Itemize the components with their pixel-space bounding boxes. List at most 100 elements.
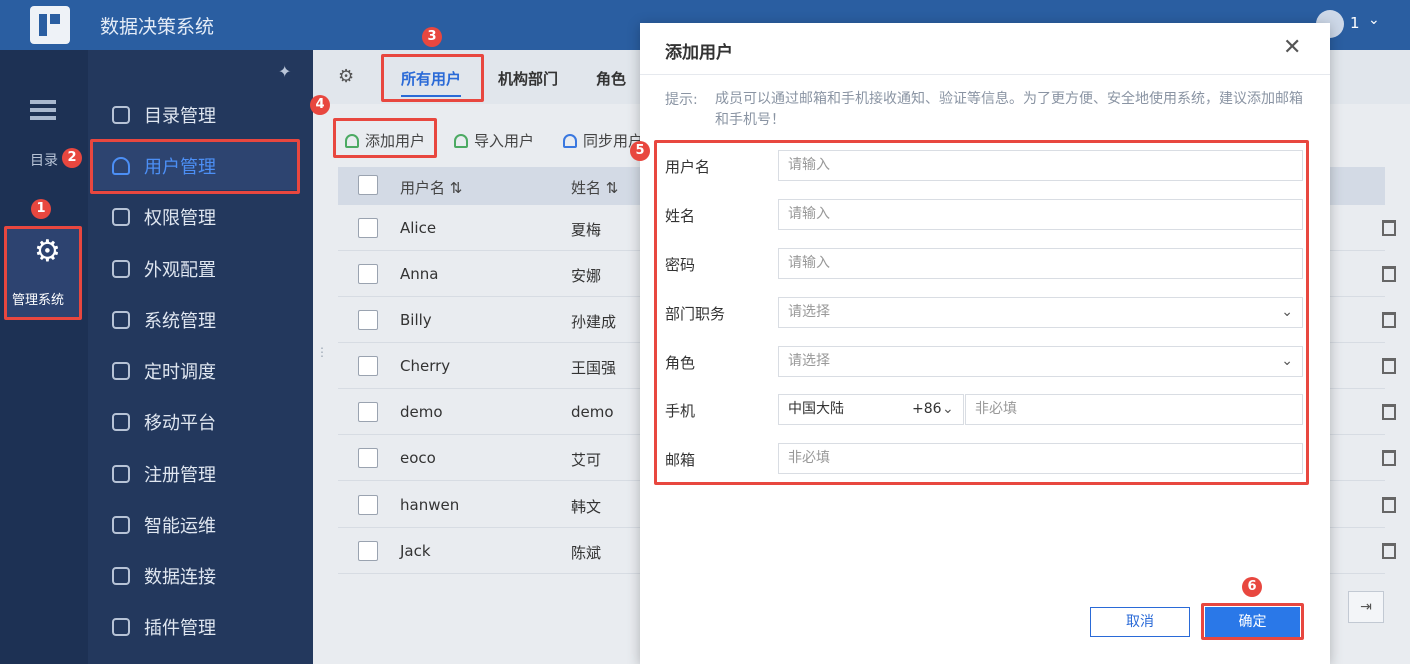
form-row-role: 角色 请选择 ⌄ — [665, 346, 1305, 378]
row-checkbox[interactable] — [358, 448, 378, 468]
trash-icon[interactable] — [1382, 312, 1396, 328]
sidebar-item-mobile[interactable]: 移动平台 — [92, 398, 300, 446]
tab-roles[interactable]: 角色 — [596, 68, 626, 89]
department-select[interactable]: 请选择 ⌄ — [778, 297, 1303, 328]
link-icon — [112, 567, 130, 585]
sidebar-item-users[interactable]: 用户管理 — [92, 142, 300, 190]
row-username: Jack — [400, 542, 431, 560]
annotation-badge: 4 — [310, 95, 330, 115]
timer-icon — [112, 362, 130, 380]
catalog-icon — [112, 106, 130, 124]
tab-departments[interactable]: 机构部门 — [498, 68, 558, 89]
sidebar-item-appearance[interactable]: 外观配置 — [92, 245, 300, 293]
annotation-badge: 3 — [422, 27, 442, 47]
mobile-icon — [112, 413, 130, 431]
row-username: Alice — [400, 219, 437, 237]
sync-user-icon — [563, 133, 577, 148]
row-checkbox[interactable] — [358, 402, 378, 422]
chevron-down-icon[interactable]: ⌄ — [1368, 12, 1380, 28]
cancel-button[interactable]: 取消 — [1090, 607, 1190, 637]
add-user-icon — [345, 133, 359, 148]
puzzle-icon — [112, 618, 130, 636]
phone-country-code: +86 — [912, 401, 942, 417]
row-checkbox[interactable] — [358, 356, 378, 376]
phone-label: 手机 — [665, 402, 696, 420]
sort-icon[interactable]: ⇅ — [606, 179, 619, 197]
network-icon — [112, 516, 130, 534]
annotation-badge: 6 — [1242, 577, 1262, 597]
form-row-department: 部门职务 请选择 ⌄ — [665, 297, 1305, 329]
email-input[interactable]: 非必填 — [778, 443, 1303, 474]
chevron-down-icon[interactable]: ⌄ — [1281, 298, 1293, 327]
row-name: 孙建成 — [571, 313, 617, 331]
select-all-checkbox[interactable] — [358, 175, 378, 195]
role-select[interactable]: 请选择 ⌄ — [778, 346, 1303, 377]
register-icon — [112, 465, 130, 483]
trash-icon[interactable] — [1382, 543, 1396, 559]
pin-icon[interactable]: ✦ — [278, 62, 291, 81]
sidebar-item-data-connection[interactable]: 数据连接 — [92, 552, 300, 600]
column-username[interactable]: 用户名 ⇅ — [400, 177, 462, 198]
resize-handle-icon[interactable]: ⋮ — [316, 345, 328, 359]
password-label: 密码 — [665, 256, 696, 274]
row-name: 夏梅 — [571, 221, 602, 239]
chevron-down-icon[interactable]: ⌄ — [942, 395, 954, 424]
add-user-button[interactable]: 添加用户 — [345, 130, 425, 151]
row-name: 安娜 — [571, 267, 602, 285]
username-label: 用户名 — [665, 158, 711, 176]
row-name: 陈斌 — [571, 544, 602, 562]
trash-icon[interactable] — [1382, 266, 1396, 282]
trash-icon[interactable] — [1382, 220, 1396, 236]
sidebar-item-permissions[interactable]: 权限管理 — [92, 193, 300, 241]
row-username: Billy — [400, 311, 432, 329]
settings-gear-icon[interactable]: ⚙ — [338, 66, 354, 87]
form-row-email: 邮箱 非必填 — [665, 443, 1305, 475]
row-checkbox[interactable] — [358, 495, 378, 515]
sidebar-item-registration[interactable]: 注册管理 — [92, 450, 300, 498]
left-rail: 目录 ⚙ 管理系统 — [0, 50, 88, 664]
trash-icon[interactable] — [1382, 404, 1396, 420]
row-name: 韩文 — [571, 498, 602, 516]
tab-all-users[interactable]: 所有用户 — [401, 68, 462, 97]
user-icon — [112, 157, 130, 175]
sidebar-item-system[interactable]: 系统管理 — [92, 296, 300, 344]
rail-catalog-label[interactable]: 目录 — [30, 150, 58, 170]
rail-admin-system[interactable]: ⚙ 管理系统 — [5, 228, 81, 318]
department-label: 部门职务 — [665, 305, 726, 323]
name-input[interactable]: 请输入 — [778, 199, 1303, 230]
sidebar-item-ops[interactable]: 智能运维 — [92, 501, 300, 549]
trash-icon[interactable] — [1382, 497, 1396, 513]
trash-icon[interactable] — [1382, 358, 1396, 374]
row-username: eoco — [400, 449, 436, 467]
form-row-phone: 手机 中国大陆 +86 ⌄ 非必填 — [665, 394, 1305, 426]
last-page-icon[interactable]: ⇥ — [1348, 591, 1384, 623]
admin-sidebar: ✦ 目录管理 用户管理 权限管理 外观配置 系统管理 定时调度 移动平台 注册管… — [88, 50, 313, 664]
row-checkbox[interactable] — [358, 218, 378, 238]
row-name: demo — [571, 403, 614, 421]
close-icon[interactable]: ✕ — [1283, 35, 1301, 60]
app-logo — [30, 6, 70, 44]
row-username: Anna — [400, 265, 439, 283]
catalog-list-icon[interactable] — [30, 100, 56, 120]
column-name[interactable]: 姓名 ⇅ — [571, 177, 618, 198]
dialog-title: 添加用户 — [665, 43, 733, 63]
import-user-button[interactable]: 导入用户 — [454, 130, 534, 151]
row-username: demo — [400, 403, 443, 421]
row-checkbox[interactable] — [358, 310, 378, 330]
username-input[interactable]: 请输入 — [778, 150, 1303, 181]
trash-icon[interactable] — [1382, 450, 1396, 466]
password-input[interactable]: 请输入 — [778, 248, 1303, 279]
chevron-down-icon[interactable]: ⌄ — [1281, 347, 1293, 376]
sidebar-item-plugins[interactable]: 插件管理 — [92, 603, 300, 651]
lock-icon — [112, 208, 130, 226]
add-user-dialog: 添加用户 ✕ 提示: 成员可以通过邮箱和手机接收通知、验证等信息。为了更方便、安… — [640, 23, 1330, 664]
sort-icon[interactable]: ⇅ — [450, 179, 463, 197]
confirm-button[interactable]: 确定 — [1205, 607, 1300, 637]
phone-country-select[interactable]: 中国大陆 +86 ⌄ — [778, 394, 964, 425]
phone-input[interactable]: 非必填 — [965, 394, 1303, 425]
sidebar-item-catalog[interactable]: 目录管理 — [92, 91, 300, 139]
row-checkbox[interactable] — [358, 264, 378, 284]
row-checkbox[interactable] — [358, 541, 378, 561]
sidebar-item-schedule[interactable]: 定时调度 — [92, 347, 300, 395]
email-label: 邮箱 — [665, 451, 696, 469]
